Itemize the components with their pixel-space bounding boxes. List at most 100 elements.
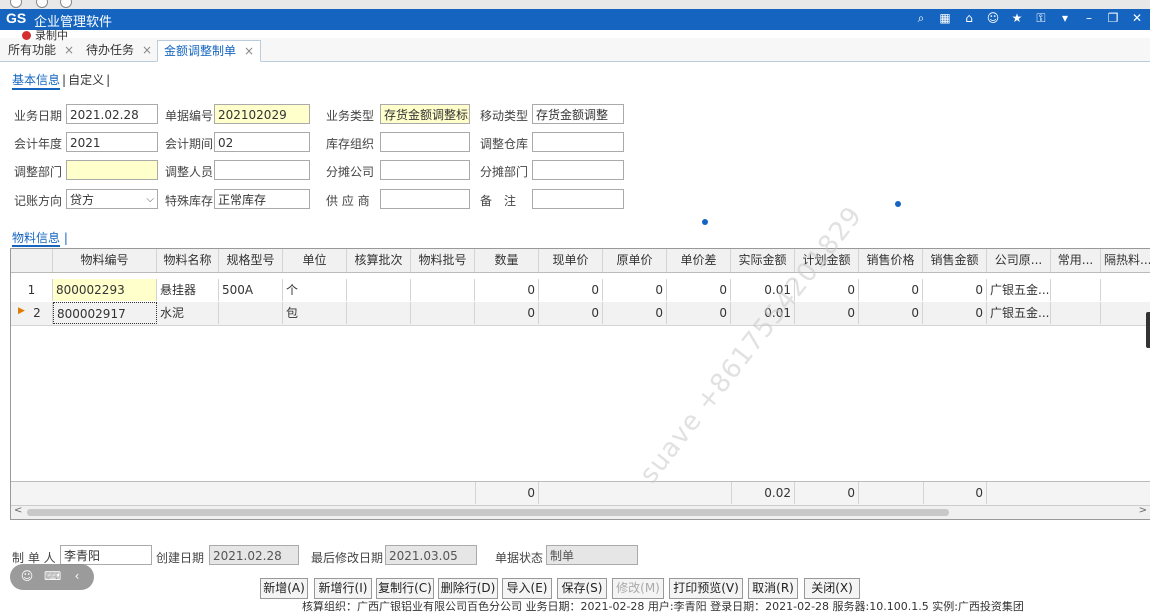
scrollbar-thumb[interactable] — [27, 509, 949, 516]
account-batch-cell[interactable] — [347, 279, 411, 301]
header-cell[interactable]: 实际金额 — [731, 249, 795, 272]
direction-select[interactable]: 贷方 ⌵ — [66, 189, 158, 209]
material-code-cell[interactable]: 800002293 — [53, 279, 157, 301]
header-cell[interactable]: 单价差 — [667, 249, 731, 272]
tab-amount-adjust[interactable]: 金额调整制单 × — [157, 40, 262, 62]
dropdown-icon[interactable]: ▾ — [1058, 11, 1072, 26]
table-row[interactable]: ▶ 2 800002917 水泥 包 0 0 0 0 0.01 0 0 0 广银… — [11, 302, 1150, 326]
move-type-field[interactable]: 存货金额调整 — [532, 104, 624, 124]
adjust-person-field[interactable] — [214, 160, 310, 180]
spec-cell[interactable] — [219, 302, 283, 324]
insulation-cell[interactable] — [1101, 302, 1150, 324]
import-button[interactable]: 导入(E) — [502, 578, 552, 599]
add-button[interactable]: 新增(A) — [260, 578, 308, 599]
sales-price-cell[interactable]: 0 — [859, 279, 923, 301]
close-icon[interactable]: × — [142, 43, 152, 57]
qty-cell[interactable]: 0 — [475, 302, 539, 324]
add-row-button[interactable]: 新增行(I) — [314, 578, 372, 599]
common-cell[interactable] — [1051, 302, 1101, 324]
stock-org-field[interactable] — [380, 132, 470, 152]
chevron-right-icon[interactable]: > — [1139, 505, 1147, 516]
insulation-cell[interactable] — [1101, 279, 1150, 301]
side-handle[interactable] — [1146, 312, 1150, 348]
header-cell[interactable]: 现单价 — [539, 249, 603, 272]
home-icon[interactable]: ⌂ — [962, 11, 976, 26]
adjust-dept-field[interactable] — [66, 160, 158, 180]
header-cell[interactable]: 公司原... — [987, 249, 1051, 272]
close-icon[interactable]: × — [64, 43, 74, 57]
adjust-wh-field[interactable] — [532, 132, 624, 152]
cancel-button[interactable]: 取消(R) — [748, 578, 798, 599]
emoji-icon[interactable]: ☺ — [20, 569, 34, 583]
header-cell[interactable]: 销售金额 — [923, 249, 987, 272]
creator-field[interactable]: 李青阳 — [60, 545, 152, 565]
company-cell[interactable]: 广银五金... — [987, 279, 1051, 301]
spec-cell[interactable]: 500A — [219, 279, 283, 301]
restore-icon[interactable]: ❐ — [1106, 11, 1120, 26]
close-icon[interactable]: ✕ — [1130, 11, 1144, 26]
supplier-field[interactable] — [380, 189, 470, 209]
header-cell[interactable]: 物料名称 — [157, 249, 219, 272]
header-cell[interactable]: 原单价 — [603, 249, 667, 272]
header-cell[interactable]: 物料编号 — [53, 249, 157, 272]
print-preview-button[interactable]: 打印预览(V) — [669, 578, 743, 599]
chevron-left-icon[interactable]: < — [14, 505, 22, 516]
key-icon[interactable]: ⚿ — [1034, 11, 1048, 26]
sales-amount-cell[interactable]: 0 — [923, 279, 987, 301]
modify-button[interactable]: 修改(M) — [612, 578, 664, 599]
search-icon[interactable]: ⌕ — [914, 11, 928, 26]
header-cell[interactable]: 单位 — [283, 249, 347, 272]
header-cell[interactable]: 销售价格 — [859, 249, 923, 272]
user-icon[interactable]: ☺ — [986, 11, 1000, 26]
fiscal-period-field[interactable]: 02 — [214, 132, 310, 152]
company-cell[interactable]: 广银五金... — [987, 302, 1051, 324]
orig-price-cell[interactable]: 0 — [603, 302, 667, 324]
qty-cell[interactable]: 0 — [475, 279, 539, 301]
table-row[interactable]: 1 800002293 悬挂器 500A 个 0 0 0 0 0.01 0 0 … — [11, 279, 1150, 303]
header-cell[interactable]: 数量 — [475, 249, 539, 272]
tab-todo[interactable]: 待办任务 × — [80, 40, 158, 60]
header-cell[interactable]: 隔热料... — [1101, 249, 1150, 272]
price-diff-cell[interactable]: 0 — [667, 302, 731, 324]
chevron-left-icon[interactable]: ‹ — [70, 569, 84, 583]
alloc-dept-field[interactable] — [532, 160, 624, 180]
material-name-cell[interactable]: 水泥 — [157, 302, 219, 324]
material-batch-cell[interactable] — [411, 279, 475, 301]
common-cell[interactable] — [1051, 279, 1101, 301]
material-name-cell[interactable]: 悬挂器 — [157, 279, 219, 301]
remark-field[interactable] — [532, 189, 624, 209]
sales-price-cell[interactable]: 0 — [859, 302, 923, 324]
cur-price-cell[interactable]: 0 — [539, 302, 603, 324]
sales-amount-cell[interactable]: 0 — [923, 302, 987, 324]
keyboard-icon[interactable]: ⌨ — [44, 569, 61, 583]
horizontal-scrollbar[interactable]: < > — [11, 505, 1150, 519]
chevron-down-icon[interactable]: ⌵ — [146, 190, 154, 208]
material-batch-cell[interactable] — [411, 302, 475, 324]
material-code-cell[interactable]: 800002917 — [53, 302, 157, 324]
orig-price-cell[interactable]: 0 — [603, 279, 667, 301]
cur-price-cell[interactable]: 0 — [539, 279, 603, 301]
fiscal-year-field[interactable]: 2021 — [66, 132, 158, 152]
close-icon[interactable]: × — [244, 44, 254, 58]
grid-icon[interactable]: ▦ — [938, 11, 952, 26]
alloc-company-field[interactable] — [380, 160, 470, 180]
price-diff-cell[interactable]: 0 — [667, 279, 731, 301]
unit-cell[interactable]: 包 — [283, 302, 347, 324]
unit-cell[interactable]: 个 — [283, 279, 347, 301]
copy-row-button[interactable]: 复制行(C) — [376, 578, 434, 599]
plan-amount-cell[interactable]: 0 — [795, 302, 859, 324]
material-section-tab[interactable]: 物料信息 | — [12, 229, 68, 247]
header-cell[interactable]: 物料批号 — [411, 249, 475, 272]
biz-type-field[interactable]: 存货金额调整标准 — [380, 104, 470, 124]
biz-date-field[interactable]: 2021.02.28 — [66, 104, 158, 124]
subtab-custom[interactable]: 自定义 — [68, 73, 104, 87]
account-batch-cell[interactable] — [347, 302, 411, 324]
header-cell[interactable]: 常用... — [1051, 249, 1101, 272]
doc-no-field[interactable]: 202102029 — [214, 104, 310, 124]
star-icon[interactable]: ★ — [1010, 11, 1024, 26]
save-button[interactable]: 保存(S) — [557, 578, 607, 599]
subtab-basic[interactable]: 基本信息 — [12, 73, 61, 90]
minimize-icon[interactable]: – — [1082, 11, 1096, 26]
tab-all-functions[interactable]: 所有功能 × — [2, 40, 80, 60]
header-cell[interactable]: 规格型号 — [219, 249, 283, 272]
